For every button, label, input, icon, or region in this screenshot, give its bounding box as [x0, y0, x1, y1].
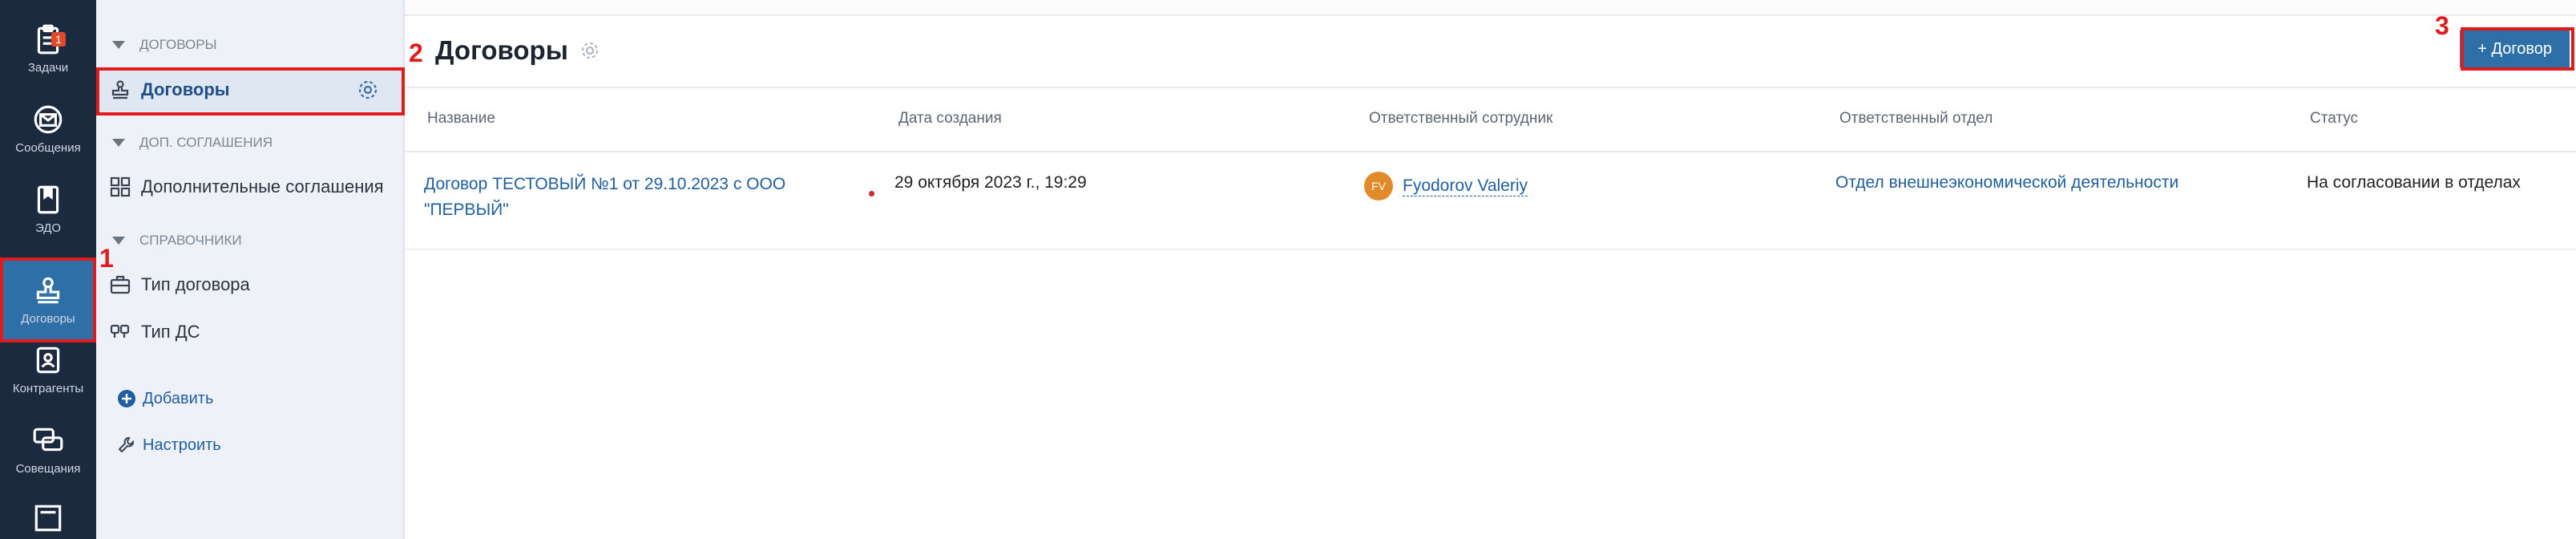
column-header-name[interactable]: Название: [427, 110, 495, 128]
top-bar: [405, 0, 2576, 16]
contract-name-link[interactable]: Договор ТЕСТОВЫЙ №1 от 29.10.2023 с ООО …: [424, 172, 785, 223]
annotation-number-2: 2: [409, 38, 423, 67]
collapse-caret-icon: [112, 41, 125, 49]
sidebar-item-label: Тип договора: [141, 274, 250, 294]
sidebar-item-label: Тип ДС: [141, 322, 200, 342]
briefcase-icon: [110, 275, 131, 294]
rail-item-tasks[interactable]: 1 Задачи: [0, 8, 96, 88]
unread-dot: [869, 191, 874, 197]
section-header-agreements[interactable]: ДОП. СОГЛАШЕНИЯ: [112, 135, 273, 151]
configure-button[interactable]: Настроить: [117, 436, 221, 455]
configure-label: Настроить: [143, 436, 221, 454]
annotation-number-1: 1: [99, 244, 114, 273]
rail-item-meetings[interactable]: Совещания: [0, 409, 96, 489]
column-header-status[interactable]: Статус: [2310, 110, 2358, 128]
section-header-contracts[interactable]: ДОГОВОРЫ: [112, 37, 217, 53]
collapse-caret-icon: [112, 139, 125, 147]
app-root: 1 Задачи Сообщения ЭДО Договоры Контраге…: [0, 0, 2576, 539]
column-header-created[interactable]: Дата создания: [898, 110, 1002, 128]
collapse-caret-icon: [112, 237, 125, 245]
contract-name-line: Договор ТЕСТОВЫЙ №1 от 29.10.2023 с ООО: [424, 175, 786, 193]
department-link[interactable]: Отдел внешнеэкономической деятельности: [1835, 173, 2178, 192]
rail-item-messages[interactable]: Сообщения: [0, 88, 96, 168]
rail-item-edo[interactable]: ЭДО: [0, 168, 96, 249]
column-header-employee[interactable]: Ответственный сотрудник: [1369, 110, 1552, 128]
created-date: 29 октября 2023 г., 19:29: [894, 173, 1087, 192]
add-label: Добавить: [143, 389, 214, 407]
contact-card-icon: [36, 346, 60, 373]
wrench-icon: [118, 437, 134, 453]
sidebar-item-contract-type[interactable]: Тип договора: [96, 263, 405, 306]
divider: [405, 249, 2576, 250]
annotation-box-1: [0, 257, 96, 342]
rail-label-counterparties: Контрагенты: [12, 381, 84, 395]
sidebar-item-agreements[interactable]: Дополнительные соглашения: [96, 165, 405, 209]
plus-circle-icon: [118, 390, 135, 407]
quote-icon: [110, 324, 130, 338]
sidebar-item-ds-type[interactable]: Тип ДС: [96, 310, 405, 354]
column-header-department[interactable]: Ответственный отдел: [1839, 110, 1993, 128]
page-title-text: Договоры: [435, 35, 568, 65]
annotation-number-3: 3: [2435, 11, 2449, 40]
status-text: На согласовании в отделах: [2307, 173, 2521, 192]
divider: [405, 151, 2576, 152]
section-label: ДОП. СОГЛАШЕНИЯ: [139, 135, 273, 150]
tasks-badge: 1: [51, 32, 66, 47]
section-header-directories[interactable]: СПРАВОЧНИКИ: [112, 233, 242, 249]
annotation-box-2: [96, 67, 405, 116]
avatar: FV: [1364, 172, 1393, 201]
annotation-box-3: [2461, 27, 2574, 71]
document-icon: [37, 185, 59, 213]
section-label: СПРАВОЧНИКИ: [139, 233, 242, 248]
rail-label-edo: ЭДО: [34, 221, 62, 235]
contract-name-line: "ПЕРВЫЙ": [424, 201, 509, 219]
page-title: Договоры: [435, 35, 600, 66]
main-content: Договоры + Договор Название Дата создани…: [405, 0, 2576, 539]
rail-label-meetings: Совещания: [15, 461, 81, 476]
sidebar-item-label: Дополнительные соглашения: [141, 176, 384, 197]
newspaper-icon: [34, 505, 62, 532]
chat-bubbles-icon: [33, 428, 63, 451]
rail-label-tasks: Задачи: [27, 60, 69, 75]
mail-icon: [34, 105, 63, 133]
grid-icon: [110, 176, 131, 197]
gear-icon[interactable]: [579, 40, 600, 61]
employee-link[interactable]: Fyodorov Valeriy: [1403, 176, 1528, 197]
rail-label-messages: Сообщения: [15, 140, 81, 155]
section-label: ДОГОВОРЫ: [139, 37, 217, 52]
divider: [405, 87, 2576, 88]
add-section-button[interactable]: Добавить: [117, 389, 213, 408]
rail-item-news[interactable]: [0, 501, 96, 539]
